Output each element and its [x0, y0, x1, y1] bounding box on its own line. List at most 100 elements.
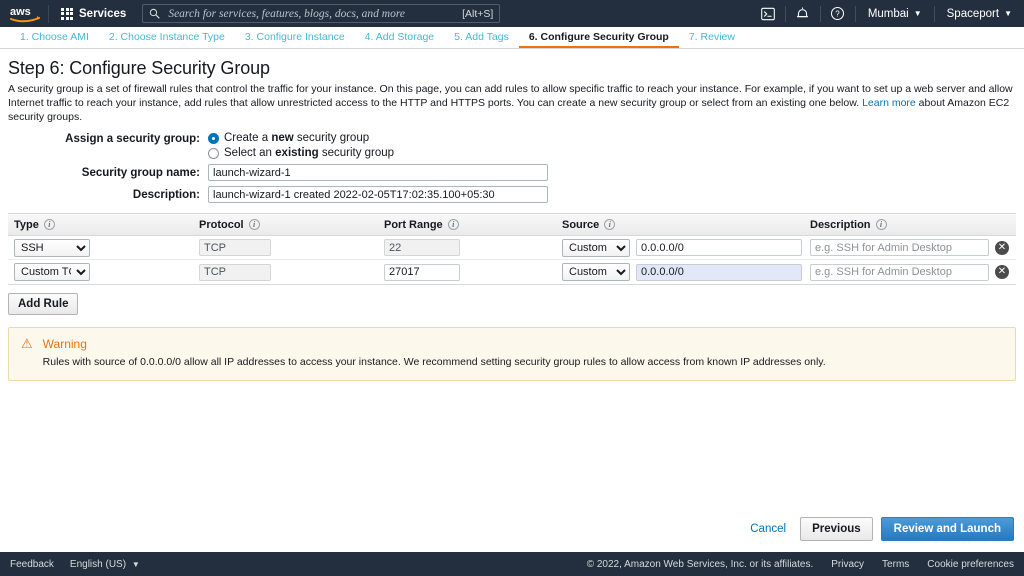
page-title: Step 6: Configure Security Group — [8, 58, 270, 78]
nav-divider — [48, 4, 49, 23]
radio-label-new: Create a new security group — [224, 132, 370, 144]
rule-type-cell: SSH — [8, 238, 193, 257]
top-navigation-right: ? Mumbai ▼ Spaceport ▼ — [751, 0, 1024, 27]
search-input[interactable] — [166, 6, 457, 21]
info-icon[interactable]: i — [875, 219, 887, 230]
rule-description-cell — [804, 239, 989, 256]
grid-icon — [61, 7, 73, 20]
svg-text:?: ? — [836, 10, 841, 19]
region-selector[interactable]: Mumbai ▼ — [856, 0, 934, 27]
step-tab-3[interactable]: 3. Configure Instance — [235, 27, 355, 48]
table-header-row: Type i Protocol i Port Range i Source i … — [8, 214, 1016, 236]
account-menu[interactable]: Spaceport ▼ — [935, 0, 1024, 27]
rule-protocol-cell — [193, 239, 378, 256]
warning-triangle-icon: ⚠ — [21, 336, 33, 351]
security-group-description-row: Description: — [8, 186, 1016, 203]
step-tab-1[interactable]: 1. Choose AMI — [10, 27, 99, 48]
terms-link[interactable]: Terms — [882, 559, 909, 570]
close-circle-icon[interactable]: ✕ — [995, 265, 1009, 279]
feedback-link[interactable]: Feedback — [10, 559, 54, 570]
security-group-name-label: Security group name: — [81, 166, 200, 179]
question-circle-icon[interactable]: ? — [821, 0, 855, 27]
info-icon[interactable]: i — [447, 219, 459, 230]
info-icon[interactable]: i — [43, 219, 55, 230]
column-header-protocol-label: Protocol — [199, 218, 244, 231]
rule-source-value-input[interactable] — [636, 239, 802, 256]
rule-delete-cell: ✕ — [989, 240, 1016, 255]
assign-security-group-row: Assign a security group: Create a new se… — [8, 132, 1016, 162]
chevron-down-icon: ▼ — [913, 9, 922, 18]
rule-description-input[interactable] — [810, 239, 989, 256]
security-group-name-input[interactable] — [208, 164, 548, 181]
close-circle-icon[interactable]: ✕ — [995, 240, 1009, 255]
column-header-protocol: Protocol i — [193, 219, 378, 231]
cancel-button[interactable]: Cancel — [744, 519, 792, 539]
review-and-launch-button[interactable]: Review and Launch — [880, 517, 1014, 541]
step-tab-6[interactable]: 6. Configure Security Group — [518, 27, 679, 48]
wizard-steps: 1. Choose AMI 2. Choose Instance Type 3.… — [0, 27, 1024, 49]
rule-type-select[interactable]: Custom TCP Rule — [14, 263, 90, 281]
rule-source-select[interactable]: Custom — [562, 263, 630, 281]
assign-security-group-options: Create a new security group Select an ex… — [208, 132, 394, 162]
page-description: A security group is a set of firewall ru… — [8, 82, 1016, 124]
rule-source-cell: Custom — [556, 263, 804, 281]
info-icon[interactable]: i — [248, 219, 260, 230]
column-header-description-label: Description — [810, 218, 871, 231]
rule-port-range-cell — [378, 239, 556, 256]
rule-port-range-input[interactable] — [384, 263, 460, 281]
rule-port-range-input — [384, 239, 460, 256]
chevron-down-icon: ▼ — [1004, 9, 1012, 18]
radio-create-new-security-group[interactable]: Create a new security group — [208, 132, 394, 144]
bell-icon[interactable] — [786, 0, 820, 27]
column-header-type: Type i — [8, 219, 193, 231]
cloudshell-icon[interactable] — [751, 0, 785, 27]
services-menu-button[interactable]: Services — [51, 4, 136, 24]
rule-port-range-cell — [378, 263, 556, 281]
step-tab-5[interactable]: 5. Add Tags — [444, 27, 519, 48]
rule-protocol-input — [199, 239, 271, 256]
table-row: Custom TCP Rule Custom ✕ — [8, 260, 1016, 284]
previous-button[interactable]: Previous — [800, 517, 873, 541]
cookie-preferences-link[interactable]: Cookie preferences — [927, 559, 1014, 570]
rule-source-value-input[interactable] — [636, 263, 802, 281]
learn-more-link[interactable]: Learn more — [862, 97, 916, 109]
language-selector[interactable]: English (US) ▼ — [70, 559, 140, 570]
radio-label-existing: Select an existing security group — [224, 147, 395, 159]
warning-title: Warning — [42, 337, 87, 351]
step-tab-7[interactable]: 7. Review — [679, 27, 745, 48]
rule-description-input[interactable] — [810, 263, 989, 281]
privacy-link[interactable]: Privacy — [831, 559, 864, 570]
warning-banner: ⚠ Warning Rules with source of 0.0.0.0/0… — [8, 327, 1016, 381]
info-icon[interactable]: i — [604, 219, 616, 230]
security-group-description-label: Description: — [132, 188, 200, 201]
region-label: Mumbai — [867, 7, 909, 20]
search-icon — [150, 8, 160, 19]
column-header-description: Description i — [804, 219, 989, 231]
rule-protocol-input — [199, 263, 271, 281]
rule-source-select[interactable]: Custom — [562, 238, 630, 257]
column-header-type-label: Type — [14, 218, 39, 231]
security-group-name-row: Security group name: — [8, 164, 1016, 181]
radio-select-existing-security-group[interactable]: Select an existing security group — [208, 147, 394, 159]
language-label: English (US) — [69, 558, 127, 570]
security-group-description-input[interactable] — [208, 186, 548, 203]
radio-indicator-new[interactable] — [208, 132, 219, 144]
step-tab-2[interactable]: 2. Choose Instance Type — [99, 27, 235, 48]
search-keyboard-hint: [Alt+S] — [462, 7, 494, 20]
services-label: Services — [79, 7, 127, 20]
search-box[interactable]: [Alt+S] — [142, 4, 501, 23]
step-tab-4[interactable]: 4. Add Storage — [355, 27, 444, 48]
column-header-source: Source i — [556, 219, 804, 231]
security-group-rules-table: Type i Protocol i Port Range i Source i … — [8, 213, 1016, 285]
footer-left: Feedback English (US) ▼ — [10, 559, 140, 570]
main-content: Step 6: Configure Security Group A secur… — [0, 58, 1024, 381]
add-rule-button[interactable]: Add Rule — [8, 293, 79, 315]
radio-indicator-existing[interactable] — [208, 147, 219, 159]
rule-type-select[interactable]: SSH — [14, 238, 90, 257]
aws-logo[interactable]: aws — [0, 4, 46, 24]
column-header-port-range: Port Range i — [378, 219, 556, 231]
wizard-actions: Cancel Previous Review and Launch — [744, 517, 1014, 541]
table-row: SSH Custom ✕ — [8, 236, 1016, 260]
chevron-down-icon: ▼ — [131, 559, 140, 569]
column-header-source-label: Source — [562, 218, 600, 231]
